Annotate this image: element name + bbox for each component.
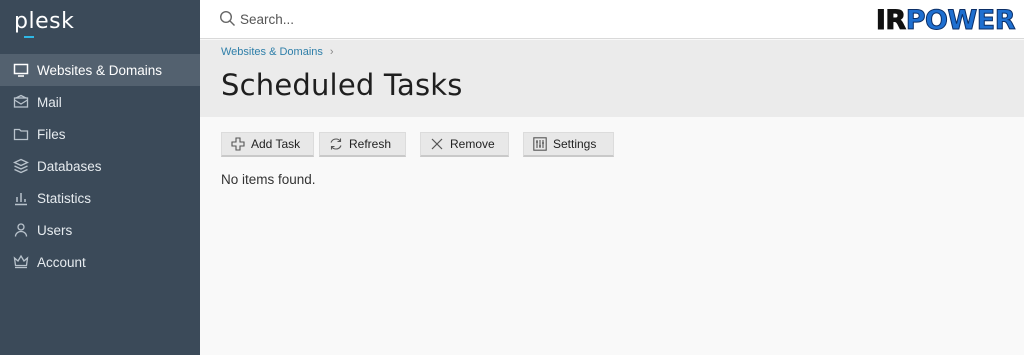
search-icon[interactable] xyxy=(219,10,236,27)
user-icon xyxy=(13,222,29,238)
plus-icon xyxy=(231,137,245,151)
logo-accent xyxy=(24,36,34,38)
page-header: Websites & Domains › Scheduled Tasks xyxy=(200,40,1024,117)
sidebar-item-websites-domains[interactable]: Websites & Domains xyxy=(0,54,200,86)
sidebar: plesk Websites & Domains Mail Files Data… xyxy=(0,0,200,355)
irpower-logo: IR POWER xyxy=(875,4,1016,36)
folder-icon xyxy=(13,126,29,142)
sidebar-item-databases[interactable]: Databases xyxy=(0,150,200,182)
page-title: Scheduled Tasks xyxy=(221,68,463,102)
sidebar-item-label: Websites & Domains xyxy=(37,62,163,78)
sidebar-item-mail[interactable]: Mail xyxy=(0,86,200,118)
sidebar-item-label: Users xyxy=(37,222,73,238)
refresh-icon xyxy=(329,137,343,151)
breadcrumb: Websites & Domains › xyxy=(221,46,334,58)
sidebar-item-account[interactable]: Account xyxy=(0,246,200,278)
remove-x-icon xyxy=(430,137,444,151)
database-icon xyxy=(13,158,29,174)
search-input[interactable] xyxy=(240,7,540,31)
refresh-button[interactable]: Refresh xyxy=(319,132,406,157)
sliders-icon xyxy=(533,137,547,151)
crown-icon xyxy=(13,254,29,270)
settings-button[interactable]: Settings xyxy=(523,132,614,157)
sidebar-item-files[interactable]: Files xyxy=(0,118,200,150)
breadcrumb-link[interactable]: Websites & Domains xyxy=(221,46,323,58)
add-task-button[interactable]: Add Task xyxy=(221,132,314,157)
sidebar-item-statistics[interactable]: Statistics xyxy=(0,182,200,214)
remove-button[interactable]: Remove xyxy=(420,132,509,157)
plesk-logo[interactable]: plesk xyxy=(14,9,74,34)
sidebar-item-label: Statistics xyxy=(37,190,92,206)
sidebar-item-users[interactable]: Users xyxy=(0,214,200,246)
sidebar-item-label: Mail xyxy=(37,94,62,110)
sidebar-item-label: Account xyxy=(37,254,86,270)
bar-chart-icon xyxy=(13,190,29,206)
mail-icon xyxy=(13,94,29,110)
sidebar-item-label: Databases xyxy=(37,158,102,174)
top-bar: IRPOWER xyxy=(200,0,1024,39)
sidebar-item-label: Files xyxy=(37,126,66,142)
empty-list-message: No items found. xyxy=(221,172,316,187)
breadcrumb-separator: › xyxy=(329,46,334,58)
sidebar-nav: Websites & Domains Mail Files Databases … xyxy=(0,54,200,278)
monitor-icon xyxy=(13,62,29,78)
